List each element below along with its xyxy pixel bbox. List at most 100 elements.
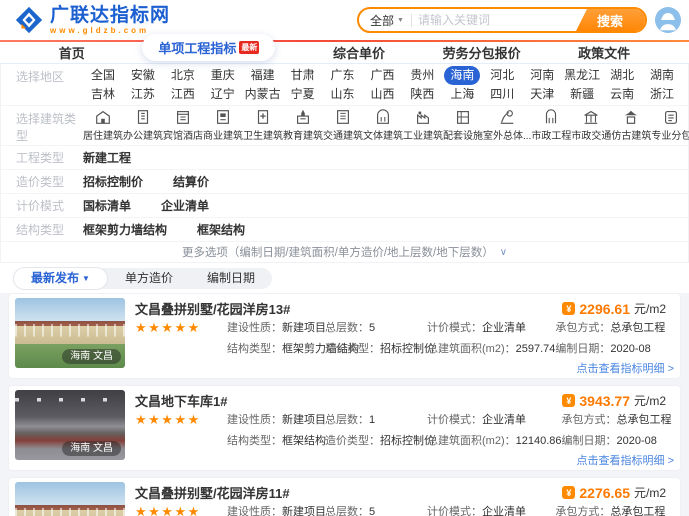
search-button[interactable]: 搜索 — [575, 7, 645, 33]
view-detail-link[interactable]: 点击查看指标明细 > — [577, 455, 674, 467]
list-item[interactable]: 海南 文昌 文昌叠拼别墅/花园洋房13# ¥ 2296.61 元/m2 ★★★★… — [8, 293, 681, 379]
region-option[interactable]: 河北 — [482, 66, 522, 85]
region-option[interactable]: 天津 — [522, 85, 562, 104]
field-build-nature: 建设性质：新建项目 — [227, 412, 325, 429]
structure-type-option[interactable]: 框架剪力墙结构 — [83, 221, 167, 238]
user-avatar-icon[interactable] — [655, 7, 681, 33]
region-option[interactable]: 江苏 — [123, 85, 163, 104]
nav-composite-price[interactable]: 综合单价 — [333, 43, 385, 62]
building-icon — [374, 108, 392, 126]
building-type-antique[interactable]: 仿古建筑 — [611, 108, 651, 145]
building-icon — [582, 108, 600, 126]
region-option[interactable]: 云南 — [602, 85, 642, 104]
field-build-nature: 建设性质：新建项目 — [227, 504, 325, 516]
region-option[interactable]: 上海 — [442, 85, 482, 104]
pricing-mode-option[interactable]: 国标清单 — [83, 197, 131, 214]
building-type-outdoor[interactable]: 室外总体... — [483, 108, 531, 145]
price-unit: 元/m2 — [634, 392, 666, 409]
region-option[interactable]: 江西 — [163, 85, 203, 104]
sort-latest[interactable]: 最新发布 ▼ — [13, 267, 108, 290]
site-logo[interactable]: 广联达指标网 www.gldzb.com — [14, 5, 170, 35]
star-rating: ★★★★★ — [135, 320, 227, 337]
building-type-culture-sports[interactable]: 文体建筑 — [363, 108, 403, 145]
region-option[interactable]: 陕西 — [402, 85, 442, 104]
region-option[interactable]: 河南 — [522, 66, 562, 85]
cost-type-option[interactable]: 招标控制价 — [83, 173, 143, 190]
building-icon — [214, 108, 232, 126]
region-option[interactable]: 浙江 — [642, 85, 682, 104]
project-thumbnail: 海南 文昌 — [15, 298, 125, 368]
nav-home[interactable]: 首页 — [59, 43, 85, 62]
building-type-supporting[interactable]: 配套设施 — [443, 108, 483, 145]
building-type-residential[interactable]: 居住建筑 — [83, 108, 123, 145]
view-detail-link[interactable]: 点击查看指标明细 > — [577, 363, 674, 375]
building-type-health[interactable]: 卫生建筑 — [243, 108, 283, 145]
sort-date[interactable]: 编制日期 — [190, 268, 272, 289]
field-pricing-mode: 计价模式：企业清单 — [427, 504, 555, 516]
building-icon — [254, 108, 272, 126]
region-option[interactable]: 黑龙江 — [562, 66, 602, 85]
search-scope-value: 全部 — [370, 12, 394, 29]
building-type-subcontract[interactable]: 专业分包 — [651, 108, 689, 145]
chevron-down-icon: ∨ — [500, 247, 507, 258]
region-option[interactable]: 甘肃 — [283, 66, 323, 85]
region-option[interactable]: 山西 — [363, 85, 403, 104]
region-option[interactable]: 贵州 — [402, 66, 442, 85]
building-type-office[interactable]: 办公建筑 — [123, 108, 163, 145]
nav-policy-docs[interactable]: 政策文件 — [578, 43, 630, 62]
region-option[interactable]: 安徽 — [123, 66, 163, 85]
building-type-education[interactable]: 教育建筑 — [283, 108, 323, 145]
region-option[interactable]: 辽宁 — [203, 85, 243, 104]
building-type-municipal-engineering[interactable]: 市政工程 — [531, 108, 571, 145]
building-type-hotel[interactable]: 宾馆酒店 — [163, 108, 203, 145]
more-options-label: 更多选项（编制日期/建筑面积/单方造价/地上层数/地下层数） — [182, 244, 494, 260]
star-rating: ★★★★★ — [135, 504, 227, 516]
unit-price: ¥ 2276.65 元/m2 — [562, 484, 666, 501]
building-icon — [334, 108, 352, 126]
pricing-mode-option[interactable]: 企业清单 — [161, 197, 209, 214]
building-type-commercial[interactable]: 商业建筑 — [203, 108, 243, 145]
project-title[interactable]: 文昌叠拼别墅/花园洋房11# — [135, 483, 290, 502]
field-area: 总建筑面积(m2)：2597.74 — [427, 341, 555, 358]
region-option[interactable]: 山东 — [323, 85, 363, 104]
region-option[interactable]: 广西 — [363, 66, 403, 85]
nav-single-project-index[interactable]: 单项工程指标 最新 — [142, 34, 275, 61]
search-input[interactable] — [412, 13, 575, 27]
structure-type-option[interactable]: 框架结构 — [197, 221, 245, 238]
project-title[interactable]: 文昌叠拼别墅/花园洋房13# — [135, 299, 290, 318]
region-option[interactable]: 北京 — [163, 66, 203, 85]
more-options-toggle[interactable]: 更多选项（编制日期/建筑面积/单方造价/地上层数/地下层数） ∨ — [1, 242, 688, 262]
region-option[interactable]: 福建 — [243, 66, 283, 85]
building-type-municipal-transport[interactable]: 市政交通 — [571, 108, 611, 145]
building-type-transport[interactable]: 交通建筑 — [323, 108, 363, 145]
nav-labor-subcontract[interactable]: 劳务分包报价 — [443, 43, 521, 62]
search-scope-dropdown[interactable]: 全部 ▼ — [359, 12, 411, 29]
list-item[interactable]: 海南 文昌 文昌叠拼别墅/花园洋房11# ¥ 2276.65 元/m2 ★★★★… — [8, 477, 681, 516]
list-item[interactable]: 海南 文昌 文昌地下车库1# ¥ 3943.77 元/m2 ★★★★★ 建设性质… — [8, 385, 681, 471]
field-structure: 结构类型：框架剪力墙结构 — [227, 341, 325, 358]
region-option[interactable]: 内蒙古 — [243, 85, 283, 104]
region-option[interactable]: 广东 — [323, 66, 363, 85]
sort-unit-price[interactable]: 单方造价 — [108, 268, 190, 289]
region-option[interactable]: 四川 — [482, 85, 522, 104]
region-option[interactable]: 宁夏 — [283, 85, 323, 104]
region-option[interactable]: 湖北 — [602, 66, 642, 85]
region-option[interactable]: 重庆 — [203, 66, 243, 85]
project-thumbnail: 海南 文昌 — [15, 390, 125, 460]
field-floors: 总层数：5 — [325, 504, 427, 516]
region-option[interactable]: 全国 — [83, 66, 123, 85]
region-option[interactable]: 湖南 — [642, 66, 682, 85]
field-cost-type: 造价类型：招标控制价 — [325, 433, 427, 450]
building-type-industrial[interactable]: 工业建筑 — [403, 108, 443, 145]
region-option-selected[interactable]: 海南 — [444, 66, 480, 85]
project-type-option[interactable]: 新建工程 — [83, 149, 131, 166]
field-pricing-mode: 计价模式：企业清单 — [427, 320, 555, 337]
region-option[interactable]: 新疆 — [562, 85, 602, 104]
chevron-down-icon: ▼ — [397, 17, 404, 24]
project-title[interactable]: 文昌地下车库1# — [135, 391, 227, 410]
field-build-nature: 建设性质：新建项目 — [227, 320, 325, 337]
region-option[interactable]: 吉林 — [83, 85, 123, 104]
cost-type-label: 造价类型 — [1, 173, 83, 190]
cost-type-option[interactable]: 结算价 — [173, 173, 209, 190]
field-floors: 总层数：5 — [325, 320, 427, 337]
